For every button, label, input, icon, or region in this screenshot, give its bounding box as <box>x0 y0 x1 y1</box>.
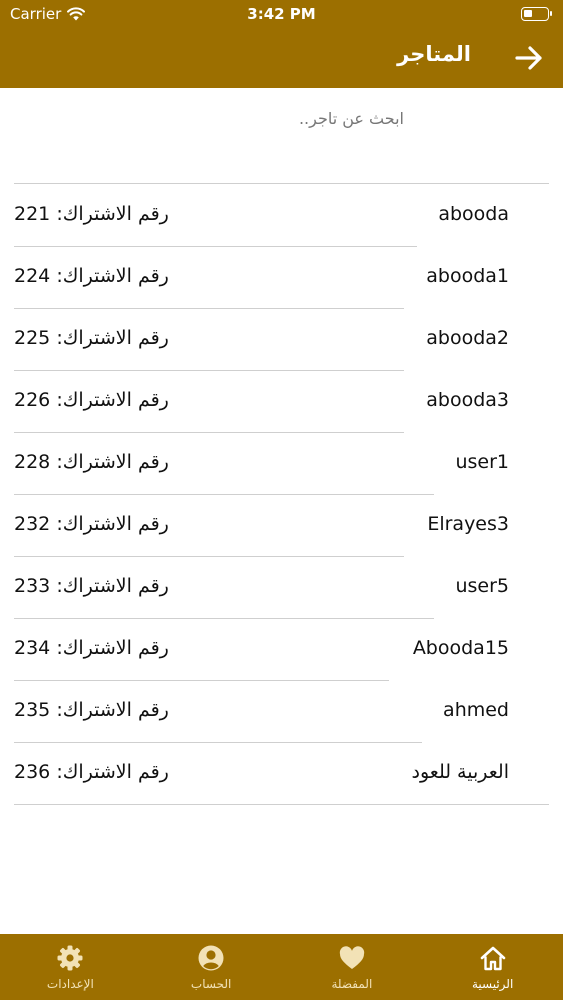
merchant-name: abooda1 <box>426 265 509 287</box>
search-input[interactable] <box>14 102 404 134</box>
subscription-number: رقم الاشتراك: 221 <box>14 203 169 225</box>
subscription-id: 236 <box>14 761 51 783</box>
merchant-name: العربية للعود <box>411 761 510 783</box>
arrow-right-icon[interactable] <box>513 42 545 74</box>
subscription-label: رقم الاشتراك: <box>56 513 169 535</box>
merchant-row[interactable]: رقم الاشتراك: 226 abooda3 <box>0 371 563 433</box>
row-divider <box>14 804 549 805</box>
subscription-id: 228 <box>14 451 51 473</box>
merchant-name: user5 <box>455 575 509 597</box>
subscription-number: رقم الاشتراك: 232 <box>14 513 169 535</box>
merchant-row[interactable]: رقم الاشتراك: 221 abooda <box>0 185 563 247</box>
subscription-id: 232 <box>14 513 51 535</box>
subscription-id: 225 <box>14 327 51 349</box>
subscription-id: 221 <box>14 203 51 225</box>
tab-bar: الرئيسية المفضلة الحساب الإعدادات <box>0 934 563 1000</box>
merchant-name: ahmed <box>443 699 509 721</box>
merchant-row[interactable]: رقم الاشتراك: 232 Elrayes3 <box>0 495 563 557</box>
tab-favorites[interactable]: المفضلة <box>282 934 423 1000</box>
tab-label: الحساب <box>190 977 232 991</box>
merchant-row[interactable]: رقم الاشتراك: 234 Abooda15 <box>0 619 563 681</box>
subscription-id: 234 <box>14 637 51 659</box>
subscription-number: رقم الاشتراك: 224 <box>14 265 169 287</box>
merchant-name: Elrayes3 <box>427 513 509 535</box>
subscription-label: رقم الاشتراك: <box>56 451 169 473</box>
subscription-number: رقم الاشتراك: 228 <box>14 451 169 473</box>
subscription-label: رقم الاشتراك: <box>56 637 169 659</box>
merchant-name: abooda <box>438 203 509 225</box>
status-time: 3:42 PM <box>247 5 316 23</box>
tab-label: الإعدادات <box>46 977 94 991</box>
merchant-name: abooda3 <box>426 389 509 411</box>
status-bar: Carrier 3:42 PM <box>0 0 563 30</box>
subscription-label: رقم الاشتراك: <box>56 575 169 597</box>
subscription-number: رقم الاشتراك: 233 <box>14 575 169 597</box>
top-bar: Carrier 3:42 PM المتاجر <box>0 0 563 88</box>
subscription-label: رقم الاشتراك: <box>56 203 169 225</box>
gear-icon <box>57 945 83 971</box>
merchant-list: رقم الاشتراك: 221 abooda رقم الاشتراك: 224… <box>0 185 563 805</box>
merchant-name: Abooda15 <box>412 637 509 659</box>
tab-home[interactable]: الرئيسية <box>422 934 563 1000</box>
subscription-label: رقم الاشتراك: <box>56 389 169 411</box>
merchant-row[interactable]: رقم الاشتراك: 225 abooda2 <box>0 309 563 371</box>
subscription-number: رقم الاشتراك: 234 <box>14 637 169 659</box>
tab-label: الرئيسية <box>471 977 514 991</box>
subscription-label: رقم الاشتراك: <box>56 327 169 349</box>
merchant-row[interactable]: رقم الاشتراك: 224 abooda1 <box>0 247 563 309</box>
subscription-number: رقم الاشتراك: 225 <box>14 327 169 349</box>
subscription-label: رقم الاشتراك: <box>56 699 169 721</box>
merchant-name: abooda2 <box>426 327 509 349</box>
tab-settings[interactable]: الإعدادات <box>0 934 141 1000</box>
home-icon <box>480 946 505 971</box>
subscription-label: رقم الاشتراك: <box>56 265 169 287</box>
navigation-bar: المتاجر <box>0 30 563 88</box>
merchant-row[interactable]: رقم الاشتراك: 236 العربية للعود <box>0 743 563 805</box>
subscription-id: 224 <box>14 265 51 287</box>
search-area <box>14 88 549 184</box>
merchant-row[interactable]: رقم الاشتراك: 233 user5 <box>0 557 563 619</box>
tab-label: المفضلة <box>331 977 373 991</box>
user-icon <box>198 945 224 971</box>
page-title: المتاجر <box>397 42 471 66</box>
subscription-id: 233 <box>14 575 51 597</box>
merchant-row[interactable]: رقم الاشتراك: 235 ahmed <box>0 681 563 743</box>
heart-icon <box>339 946 365 969</box>
merchant-row[interactable]: رقم الاشتراك: 228 user1 <box>0 433 563 495</box>
subscription-id: 235 <box>14 699 51 721</box>
battery-icon <box>521 7 552 21</box>
subscription-id: 226 <box>14 389 51 411</box>
tab-account[interactable]: الحساب <box>141 934 282 1000</box>
subscription-number: رقم الاشتراك: 236 <box>14 761 169 783</box>
subscription-label: رقم الاشتراك: <box>56 761 169 783</box>
subscription-number: رقم الاشتراك: 226 <box>14 389 169 411</box>
merchant-name: user1 <box>455 451 509 473</box>
subscription-number: رقم الاشتراك: 235 <box>14 699 169 721</box>
